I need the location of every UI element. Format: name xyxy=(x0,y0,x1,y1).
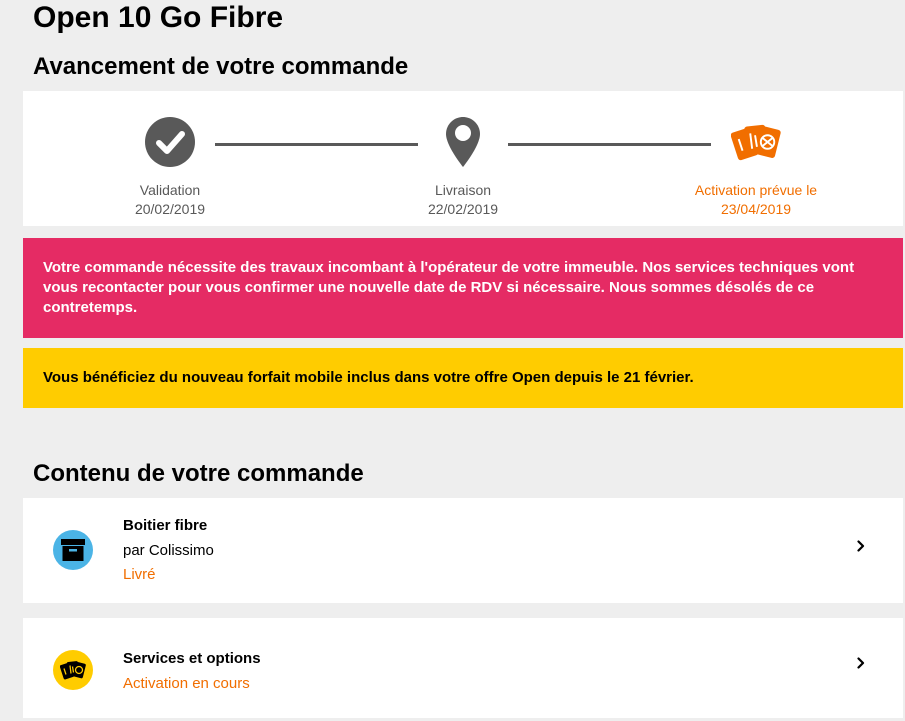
page-title: Open 10 Go Fibre xyxy=(33,1,284,34)
progress-connector xyxy=(215,143,418,146)
order-item-services-options[interactable]: Services et options Activation en cours xyxy=(23,618,903,718)
step-label: Activation prévue le xyxy=(694,182,818,198)
check-circle-icon xyxy=(145,116,195,168)
chevron-right-icon[interactable] xyxy=(855,656,867,670)
step-label: Validation xyxy=(139,182,201,198)
box-icon xyxy=(53,530,93,570)
progress-section-title: Avancement de votre commande xyxy=(33,53,409,80)
order-item-boitier-fibre[interactable]: Boitier fibre par Colissimo Livré xyxy=(23,498,903,603)
works-required-alert: Votre commande nécessite des travaux inc… xyxy=(23,238,903,338)
chevron-right-icon[interactable] xyxy=(855,539,867,553)
item-carrier: par Colissimo xyxy=(123,542,214,559)
progress-connector xyxy=(508,143,711,146)
sim-cards-icon xyxy=(53,650,93,690)
order-progress-tracker: Validation 20/02/2019 Livraison 22/02/20… xyxy=(23,91,903,226)
step-date: 22/02/2019 xyxy=(427,201,499,217)
item-title: Boitier fibre xyxy=(123,517,208,534)
item-title: Services et options xyxy=(123,650,261,667)
item-status: Activation en cours xyxy=(123,675,250,692)
step-label: Livraison xyxy=(434,182,492,198)
map-pin-icon xyxy=(438,116,488,168)
content-section-title: Contenu de votre commande xyxy=(33,460,364,487)
step-date: 20/02/2019 xyxy=(134,201,206,217)
mobile-plan-info-banner: Vous bénéficiez du nouveau forfait mobil… xyxy=(23,348,903,408)
item-status: Livré xyxy=(123,566,156,583)
step-date: 23/04/2019 xyxy=(720,201,792,217)
sim-cards-icon xyxy=(731,116,781,168)
